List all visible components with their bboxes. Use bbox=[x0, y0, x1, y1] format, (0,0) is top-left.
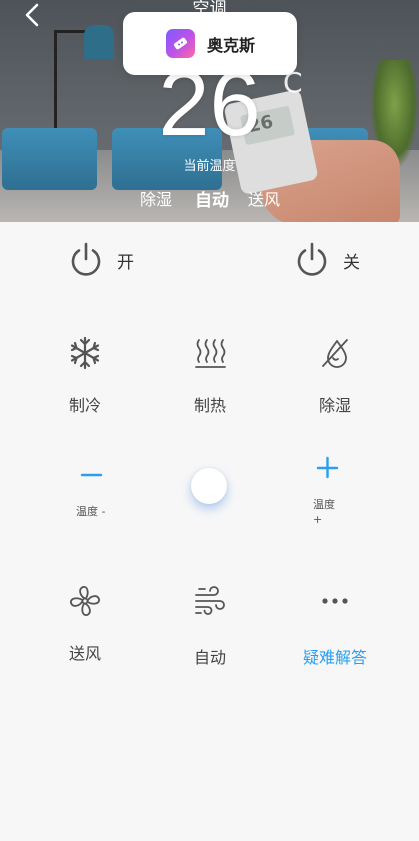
temperature-up-label-line2: + bbox=[313, 513, 323, 526]
power-icon bbox=[297, 242, 327, 276]
power-on-button[interactable]: 开 bbox=[69, 238, 134, 282]
mode-tab-dehumidify[interactable]: 除湿 bbox=[140, 186, 172, 210]
temperature-down-label: 温度 - bbox=[76, 505, 106, 518]
back-button[interactable] bbox=[18, 2, 48, 32]
mode-cool-button[interactable]: 制冷 bbox=[35, 336, 135, 416]
heat-waves-icon bbox=[195, 339, 226, 368]
chevron-left-icon bbox=[25, 3, 39, 27]
wind-icon bbox=[195, 586, 225, 615]
mode-dehumidify-label: 除湿 bbox=[318, 396, 351, 415]
temperature-up-label-line1: 温度 bbox=[313, 498, 335, 511]
mode-fan-button[interactable]: 送风 bbox=[35, 584, 135, 664]
mode-heat-label: 制热 bbox=[193, 396, 226, 415]
mode-fan-label: 送风 bbox=[68, 644, 101, 663]
power-icon bbox=[71, 242, 101, 276]
current-temperature-label: 当前温度 bbox=[183, 159, 236, 174]
lamp-shade-decoration bbox=[84, 25, 114, 59]
app-name: 奥克斯 bbox=[207, 36, 256, 55]
temperature-down-button[interactable] bbox=[80, 463, 104, 487]
power-off-button[interactable]: 关 bbox=[295, 238, 360, 282]
app-toast: 奥克斯 bbox=[123, 12, 297, 75]
app-remote-icon bbox=[166, 29, 195, 58]
more-dots-icon bbox=[322, 598, 348, 604]
plus-icon bbox=[316, 456, 339, 479]
snowflake-icon bbox=[70, 336, 100, 370]
mode-dehumidify-button[interactable]: 除湿 bbox=[285, 336, 385, 416]
mode-auto-label: 自动 bbox=[193, 648, 226, 667]
mode-cool-label: 制冷 bbox=[68, 396, 101, 415]
minus-icon bbox=[80, 473, 103, 477]
temperature-up-button[interactable] bbox=[316, 456, 340, 480]
troubleshooting-link[interactable]: 疑难解答 bbox=[285, 644, 385, 668]
mode-tab-fan[interactable]: 送风 bbox=[248, 186, 280, 210]
temperature-slider-knob[interactable] bbox=[191, 468, 227, 504]
fan-icon bbox=[70, 586, 100, 616]
mode-heat-button[interactable]: 制热 bbox=[160, 336, 260, 416]
mode-tabs: 除湿 自动 送风 bbox=[0, 186, 419, 211]
mode-auto-button[interactable]: 自动 bbox=[160, 584, 260, 668]
mode-tab-auto[interactable]: 自动 bbox=[195, 186, 229, 211]
troubleshooting-button[interactable]: 疑难解答 bbox=[285, 584, 385, 668]
dehumidify-icon bbox=[322, 339, 348, 368]
power-off-label: 关 bbox=[343, 252, 360, 273]
power-on-label: 开 bbox=[117, 252, 134, 273]
temperature-up-label: 温度 + bbox=[313, 497, 353, 527]
